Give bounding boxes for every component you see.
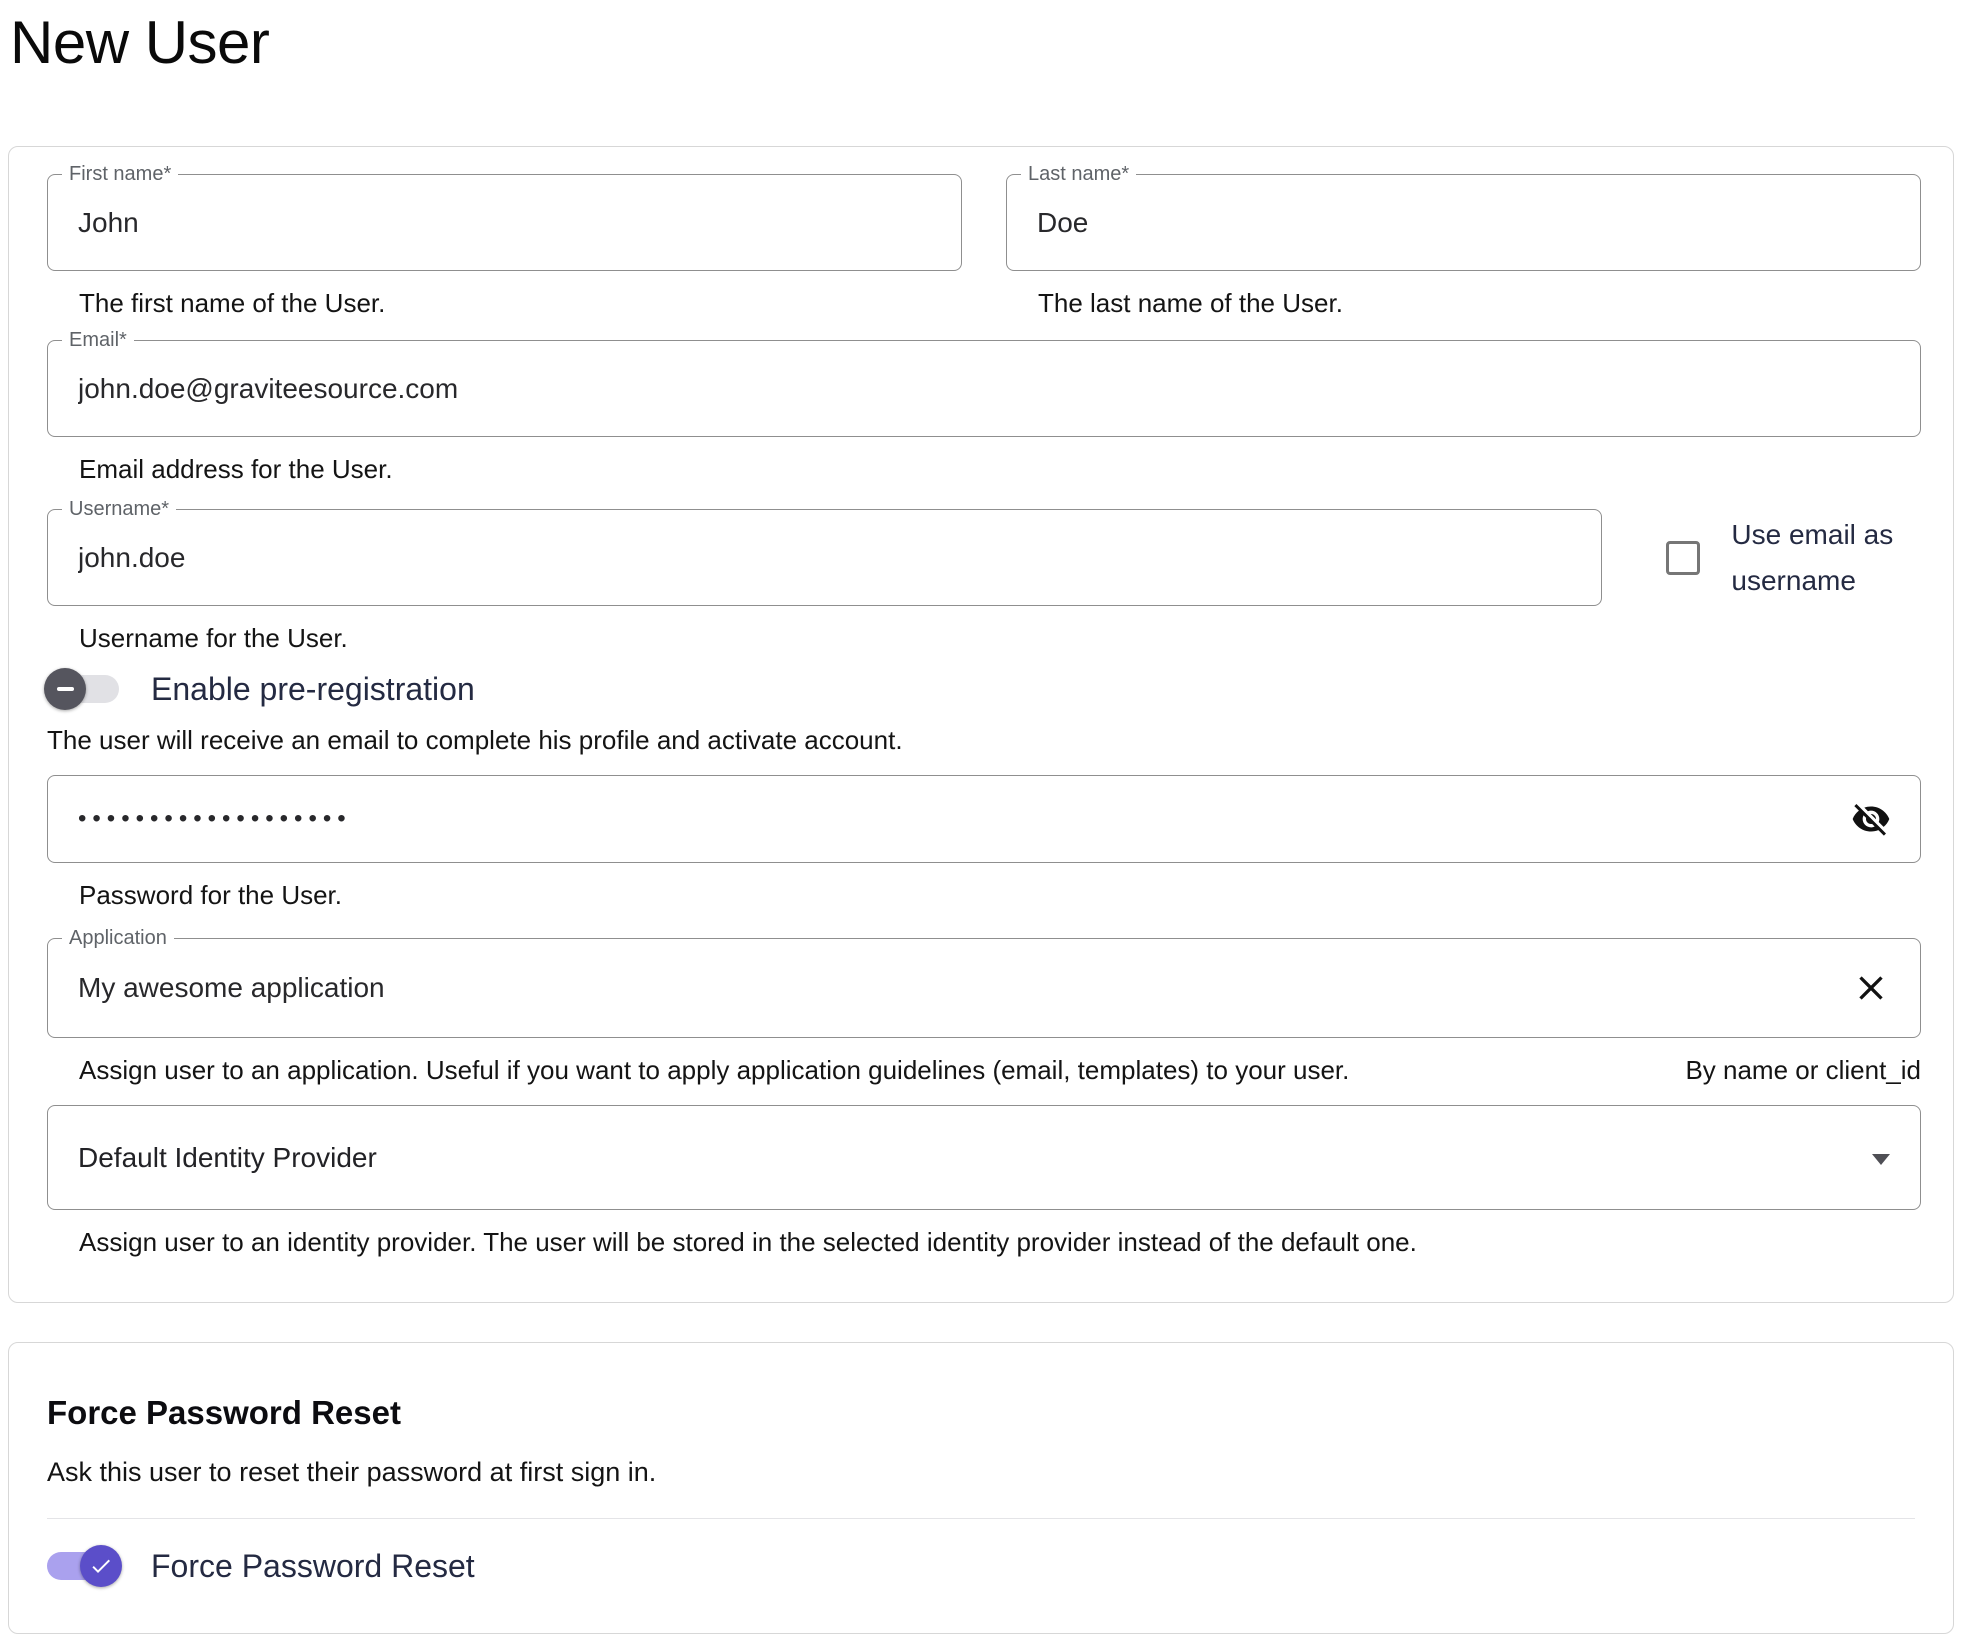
email-hint: Email address for the User. <box>79 454 1921 484</box>
force-password-reset-title: Force Password Reset <box>47 1395 1915 1431</box>
toggle-password-visibility-button[interactable] <box>1850 798 1892 840</box>
first-name-hint: The first name of the User. <box>79 288 962 318</box>
application-hint: Assign user to an application. Useful if… <box>79 1055 1349 1085</box>
toggle-knob <box>80 1545 122 1587</box>
use-email-as-username-label: Use email as username <box>1731 512 1916 604</box>
password-hint: Password for the User. <box>79 880 1921 910</box>
username-input[interactable] <box>48 542 1601 574</box>
password-input[interactable] <box>48 805 1920 833</box>
application-hint-right: By name or client_id <box>1685 1055 1921 1085</box>
force-password-reset-card: Force Password Reset Ask this user to re… <box>8 1342 1954 1634</box>
close-icon <box>1851 968 1891 1008</box>
email-label: Email* <box>62 329 134 351</box>
last-name-input[interactable] <box>1007 207 1920 239</box>
email-input[interactable] <box>48 373 1920 405</box>
new-user-page: New User First name* The first name of t… <box>0 10 1962 1634</box>
identity-provider-value: Default Identity Provider <box>48 1142 1920 1174</box>
username-label: Username* <box>62 498 176 520</box>
force-password-reset-toggle-row: Force Password Reset <box>47 1545 1915 1587</box>
username-hint: Username for the User. <box>79 623 1921 653</box>
first-name-label: First name* <box>62 163 178 185</box>
identity-provider-select[interactable]: Default Identity Provider <box>47 1105 1921 1210</box>
visibility-off-icon <box>1851 799 1891 839</box>
last-name-hint: The last name of the User. <box>1038 288 1921 318</box>
application-label: Application <box>62 927 174 949</box>
user-form-card: First name* The first name of the User. … <box>8 146 1954 1303</box>
use-email-as-username-checkbox[interactable] <box>1666 541 1700 575</box>
preregistration-hint: The user will receive an email to comple… <box>47 725 1921 755</box>
application-field: Application <box>47 938 1921 1038</box>
page-title: New User <box>10 10 1954 76</box>
username-field: Username* <box>47 509 1602 606</box>
check-icon <box>89 1554 113 1578</box>
identity-provider-hint: Assign user to an identity provider. The… <box>79 1227 1921 1257</box>
use-email-as-username-control: Use email as username <box>1666 512 1916 604</box>
preregistration-toggle-label: Enable pre-registration <box>151 671 475 708</box>
minus-icon <box>57 687 74 691</box>
password-field <box>47 775 1921 863</box>
first-name-input[interactable] <box>48 207 961 239</box>
email-field: Email* <box>47 340 1921 437</box>
chevron-down-icon <box>1872 1154 1890 1165</box>
name-fields-row: First name* The first name of the User. … <box>47 174 1921 318</box>
preregistration-toggle-row: Enable pre-registration <box>47 668 1921 710</box>
last-name-label: Last name* <box>1021 163 1136 185</box>
toggle-knob <box>44 668 86 710</box>
divider <box>47 1518 1915 1519</box>
preregistration-toggle[interactable] <box>47 675 119 703</box>
force-password-reset-toggle[interactable] <box>47 1552 119 1580</box>
last-name-field: Last name* <box>1006 174 1921 271</box>
application-input[interactable] <box>48 972 1920 1004</box>
clear-application-button[interactable] <box>1850 967 1892 1009</box>
force-password-reset-toggle-label: Force Password Reset <box>151 1548 475 1585</box>
force-password-reset-description: Ask this user to reset their password at… <box>47 1457 1915 1488</box>
application-hint-row: Assign user to an application. Useful if… <box>47 1055 1921 1085</box>
first-name-field: First name* <box>47 174 962 271</box>
username-row: Username* Use email as username <box>47 509 1921 606</box>
